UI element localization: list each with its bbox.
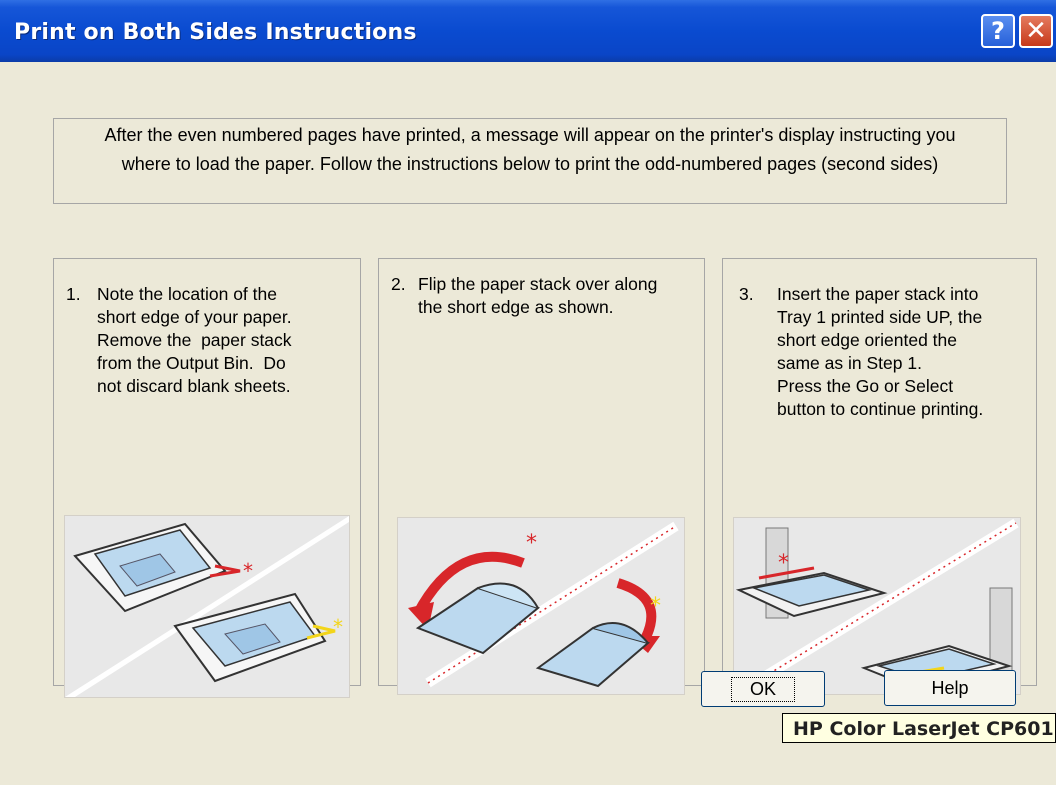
step-2-panel: 2. Flip the paper stack over along the s… — [378, 258, 705, 695]
step-2-illustration: * * — [397, 517, 685, 695]
svg-text:*: * — [650, 594, 661, 619]
help-button-label: Help — [931, 677, 969, 698]
close-button[interactable]: ✕ — [1019, 14, 1053, 48]
instruction-line-2: where to load the paper. Follow the inst… — [121, 154, 939, 174]
step-1-number: 1. — [66, 284, 81, 304]
help-button[interactable]: Help — [884, 670, 1016, 706]
step-3-panel: 3. Insert the paper stack into Tray 1 pr… — [722, 258, 1037, 700]
step-1-illustration: * * — [64, 515, 350, 698]
step-2-instructions: Flip the paper stack over along the shor… — [418, 274, 658, 317]
svg-text:*: * — [778, 551, 789, 576]
svg-text:*: * — [243, 559, 253, 583]
title-bar: Print on Both Sides Instructions ? ✕ — [0, 0, 1056, 62]
step-3-instructions: Insert the paper stack into Tray 1 print… — [777, 284, 984, 419]
dialog-body: After the even numbered pages have print… — [0, 62, 1056, 785]
close-icon: ✕ — [1025, 16, 1047, 46]
help-title-button[interactable]: ? — [981, 14, 1015, 48]
ok-button-label: OK — [730, 676, 795, 702]
step-2-number: 2. — [391, 274, 406, 294]
printer-tooltip: HP Color LaserJet CP6015 — [782, 713, 1056, 743]
question-icon: ? — [991, 17, 1005, 45]
instruction-line-1: After the even numbered pages have print… — [104, 125, 956, 145]
step-3-illustration: * * — [733, 517, 1021, 700]
step-1-panel: 1. Note the location of the short edge o… — [53, 258, 361, 698]
step-1-instructions: Note the location of the short edge of y… — [97, 284, 292, 396]
ok-button[interactable]: OK — [701, 671, 825, 707]
svg-text:*: * — [333, 615, 343, 639]
step-3-number: 3. — [739, 284, 754, 304]
window-title: Print on Both Sides Instructions — [14, 20, 417, 45]
svg-text:*: * — [526, 531, 537, 556]
instruction-box: After the even numbered pages have print… — [53, 118, 1007, 204]
